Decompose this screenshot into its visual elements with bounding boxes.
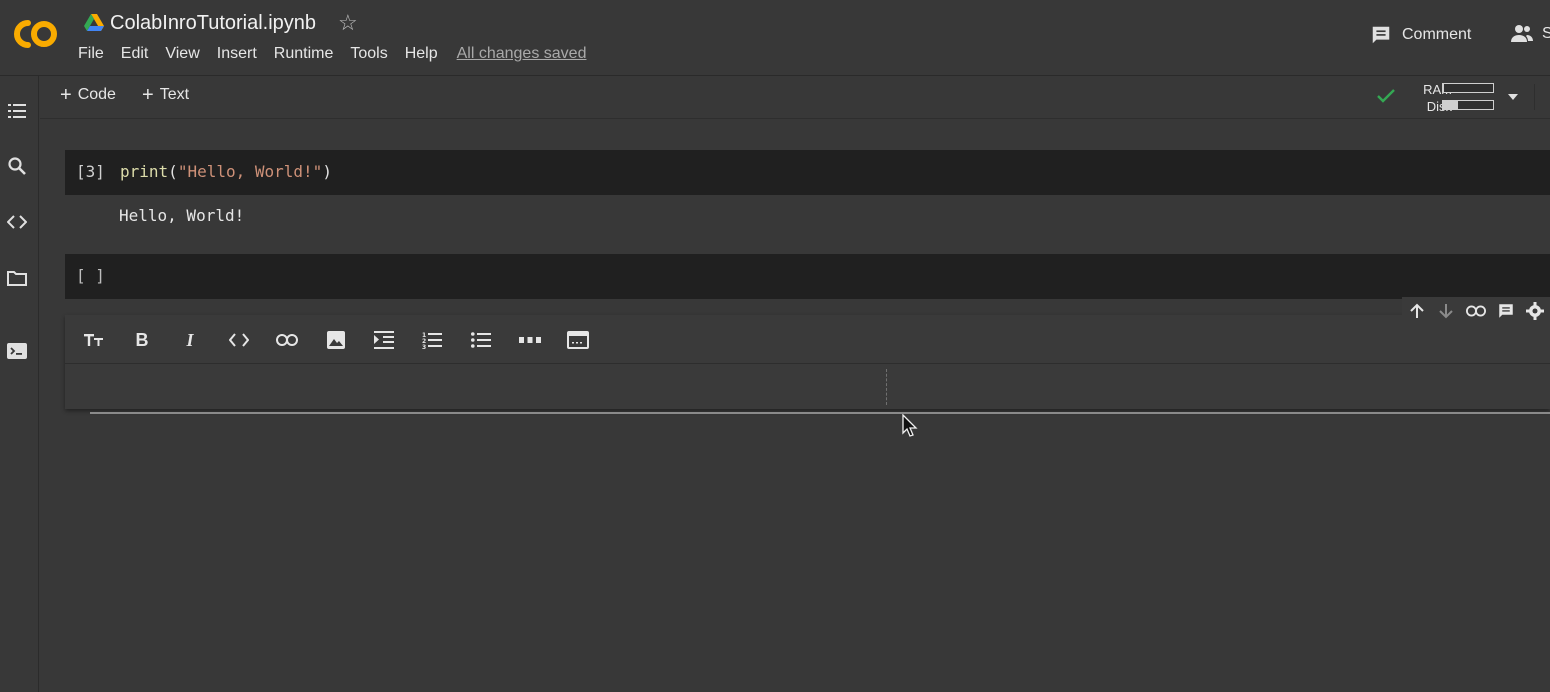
cell-settings-icon[interactable] [1520,302,1550,320]
star-icon[interactable]: ☆ [338,12,358,34]
menu-help[interactable]: Help [405,45,438,63]
text-cell-input[interactable] [65,364,1550,409]
latex-icon[interactable] [567,329,589,351]
empty-code-cell[interactable] [65,254,1550,299]
text-format-toolbar: B I 123 [65,315,1550,364]
text-cell-editor[interactable]: B I 123 [65,315,1550,409]
notebook-toolbar: + Code + Text RAM Disk [40,76,1550,119]
connected-check-icon[interactable] [1376,88,1396,104]
menu-runtime[interactable]: Runtime [274,45,334,63]
code-open-paren: ( [168,162,178,181]
add-text-label: Text [159,86,190,103]
header-bar: ColabInroTutorial.ipynb ☆ File Edit View… [0,0,1550,76]
search-icon[interactable] [7,156,27,176]
comment-label: Comment [1402,26,1472,43]
comment-icon [1372,26,1390,44]
title-row: ColabInroTutorial.ipynb ☆ [84,10,358,36]
table-of-contents-icon[interactable] [7,101,27,121]
disk-meter[interactable] [1442,100,1494,110]
add-code-button[interactable]: + Code [60,84,116,106]
link-icon[interactable] [276,329,298,351]
code-icon[interactable] [228,329,250,351]
code-string: "Hello, World!" [177,162,323,181]
share-button[interactable]: S [1510,24,1550,44]
italic-icon[interactable]: I [179,329,201,351]
numbered-list-icon[interactable]: 123 [421,329,443,351]
menu-tools[interactable]: Tools [350,45,387,63]
google-drive-icon [84,14,104,31]
add-code-label: Code [77,86,116,103]
ram-meter-fill [1443,84,1444,92]
menu-insert[interactable]: Insert [217,45,257,63]
share-label: S [1542,25,1550,42]
bold-icon[interactable]: B [131,329,153,351]
code-editor-line[interactable]: print("Hello, World!") [120,162,332,181]
svg-text:3: 3 [422,344,426,349]
cell-bottom-border [90,412,1550,414]
plus-icon: + [142,84,154,106]
files-icon[interactable] [7,268,27,288]
cell-comment-icon[interactable] [1491,302,1521,320]
ram-meter[interactable] [1442,83,1494,93]
move-up-icon[interactable] [1402,303,1432,319]
empty-execution-count[interactable]: [ ] [76,266,105,285]
runtime-dropdown-icon[interactable] [1508,94,1518,100]
plus-icon: + [60,84,72,106]
comment-button[interactable]: Comment [1370,24,1471,46]
horizontal-rule-icon[interactable] [519,329,541,351]
add-text-button[interactable]: + Text [142,84,190,106]
people-icon [1511,25,1533,42]
image-icon[interactable] [325,329,347,351]
terminal-icon[interactable] [7,341,27,361]
colab-logo-icon[interactable] [8,14,60,54]
left-sidebar [0,76,39,692]
menu-view[interactable]: View [165,45,199,63]
move-down-icon[interactable] [1432,303,1462,319]
mouse-cursor-icon [902,414,918,437]
menu-file[interactable]: File [78,45,104,63]
menu-edit[interactable]: Edit [121,45,149,63]
code-function: print [120,162,169,181]
notebook-title[interactable]: ColabInroTutorial.ipynb [110,12,316,35]
code-snippets-icon[interactable] [7,212,27,232]
execution-count[interactable]: [3] [76,162,105,181]
menu-bar: File Edit View Insert Runtime Tools Help… [78,45,586,63]
bulleted-list-icon[interactable] [470,329,492,351]
cell-link-icon[interactable] [1461,305,1491,317]
code-close-paren: ) [322,162,332,181]
cell-output: Hello, World! [119,206,245,225]
indent-icon[interactable] [373,329,395,351]
heading-icon[interactable] [83,329,105,351]
disk-meter-fill [1443,101,1458,109]
cell-action-toolbar [1402,297,1550,325]
editor-preview-divider [886,369,887,405]
toolbar-separator [1534,84,1535,110]
save-status[interactable]: All changes saved [457,45,587,63]
